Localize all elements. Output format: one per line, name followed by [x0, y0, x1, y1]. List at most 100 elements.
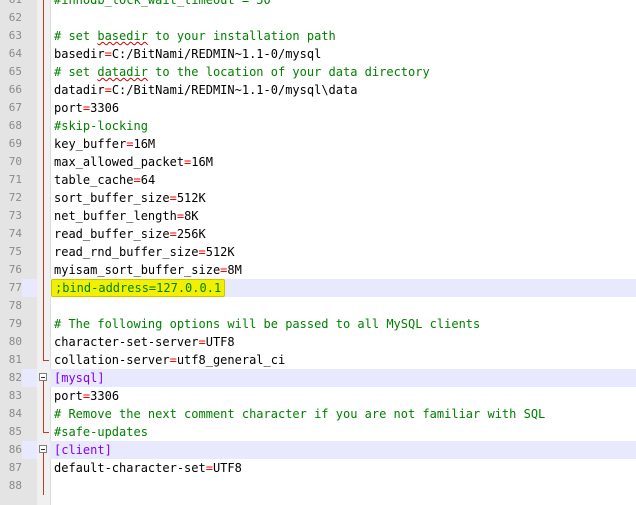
- code-line[interactable]: 70 max_allowed_packet=16M: [0, 153, 636, 171]
- code-text[interactable]: # The following options will be passed t…: [54, 315, 480, 333]
- code-token: myisam_sort_buffer_size: [54, 263, 221, 277]
- code-token: =: [169, 353, 177, 367]
- fold-marker: [37, 117, 50, 135]
- code-token: =: [176, 209, 185, 223]
- collapse-icon[interactable]: [39, 445, 47, 453]
- code-text[interactable]: myisam_sort_buffer_size=8M: [54, 261, 242, 279]
- code-token: =: [169, 227, 177, 241]
- code-text[interactable]: read_rnd_buffer_size=512K: [54, 243, 235, 261]
- code-token: 512K: [176, 191, 206, 205]
- code-token: #skip-locking: [54, 119, 148, 133]
- fold-marker: [37, 45, 50, 63]
- code-text[interactable]: table_cache=64: [54, 171, 155, 189]
- code-text[interactable]: net_buffer_length=8K: [54, 207, 199, 225]
- fold-marker: [37, 477, 50, 495]
- code-token: #innodb_lock_wait_timeout = 50: [54, 0, 271, 7]
- code-line[interactable]: 66 datadir=C:/BitNami/REDMIN~1.1-0/mysql\…: [0, 81, 636, 99]
- code-text[interactable]: character-set-server=UTF8: [54, 333, 235, 351]
- code-token: C:/BitNami/REDMIN~1.1-0/mysql\data: [111, 83, 358, 97]
- code-token: 8M: [227, 263, 242, 277]
- code-line[interactable]: 65 # set datadir to the location of your …: [0, 63, 636, 81]
- line-number: 88: [0, 477, 22, 495]
- fold-marker: [37, 81, 50, 99]
- code-line[interactable]: 76 myisam_sort_buffer_size=8M: [0, 261, 636, 279]
- code-line[interactable]: 71 table_cache=64: [0, 171, 636, 189]
- code-text[interactable]: #safe-updates: [54, 423, 148, 441]
- code-text[interactable]: port=3306: [54, 387, 119, 405]
- code-line[interactable]: 78: [0, 297, 636, 315]
- code-text[interactable]: sort_buffer_size=512K: [54, 189, 206, 207]
- code-text[interactable]: # Remove the next comment character if y…: [54, 405, 545, 423]
- code-text[interactable]: port=3306: [54, 99, 119, 117]
- highlighted-text: ;bind-address=127.0.0.1: [51, 279, 226, 297]
- code-line[interactable]: 72 sort_buffer_size=512K: [0, 189, 636, 207]
- line-number: 78: [0, 297, 22, 315]
- code-text[interactable]: [client]: [54, 441, 112, 459]
- fold-marker: [37, 261, 50, 279]
- code-token: =: [104, 83, 112, 97]
- code-token: utf8_general_ci: [176, 353, 286, 367]
- code-token: [client]: [54, 443, 112, 457]
- code-text[interactable]: default-character-set=UTF8: [54, 459, 242, 477]
- line-number: 67: [0, 99, 22, 117]
- code-token: =: [198, 335, 206, 349]
- code-token: basedir: [54, 47, 105, 61]
- code-text[interactable]: collation-server=utf8_general_ci: [54, 351, 285, 369]
- code-lines[interactable]: 61 #innodb_lock_wait_timeout = 50 6263 # se…: [0, 0, 636, 495]
- code-line[interactable]: 79 # The following options will be passed…: [0, 315, 636, 333]
- code-text[interactable]: max_allowed_packet=16M: [54, 153, 213, 171]
- code-line[interactable]: 86 [client]: [0, 441, 636, 459]
- code-editor[interactable]: 61 #innodb_lock_wait_timeout = 50 6263 # se…: [0, 0, 636, 505]
- code-token: key_buffer: [54, 137, 127, 151]
- code-token: 3306: [90, 389, 120, 403]
- code-line[interactable]: 67 port=3306: [0, 99, 636, 117]
- code-text[interactable]: #skip-locking: [54, 117, 148, 135]
- code-line[interactable]: 69 key_buffer=16M: [0, 135, 636, 153]
- code-text[interactable]: key_buffer=16M: [54, 135, 155, 153]
- code-text[interactable]: basedir=C:/BitNami/REDMIN~1.1-0/mysql: [54, 45, 321, 63]
- fold-marker: [37, 171, 50, 189]
- fold-marker: [37, 63, 50, 81]
- line-number: 68: [0, 117, 22, 135]
- code-text[interactable]: # set basedir to your installation path: [54, 27, 336, 45]
- code-line[interactable]: 74 read_buffer_size=256K: [0, 225, 636, 243]
- code-line[interactable]: 84 # Remove the next comment character if…: [0, 405, 636, 423]
- code-text[interactable]: # set datadir to the location of your da…: [54, 63, 430, 81]
- fold-marker: [37, 243, 50, 261]
- code-text[interactable]: read_buffer_size=256K: [54, 225, 206, 243]
- code-token: 256K: [176, 227, 206, 241]
- code-text[interactable]: #innodb_lock_wait_timeout = 50: [54, 0, 271, 9]
- code-token: 64: [140, 173, 156, 187]
- line-number: 74: [0, 225, 22, 243]
- fold-marker[interactable]: [37, 441, 50, 459]
- code-line[interactable]: 63 # set basedir to your installation pat…: [0, 27, 636, 45]
- code-line[interactable]: 81 collation-server=utf8_general_ci: [0, 351, 636, 369]
- code-text[interactable]: ;bind-address=127.0.0.1: [51, 279, 226, 297]
- code-line[interactable]: 75 read_rnd_buffer_size=512K: [0, 243, 636, 261]
- code-token: table_cache: [54, 173, 134, 187]
- code-line[interactable]: 82 [mysql]: [0, 369, 636, 387]
- line-number: 76: [0, 261, 22, 279]
- code-line[interactable]: 80 character-set-server=UTF8: [0, 333, 636, 351]
- code-line[interactable]: 64 basedir=C:/BitNami/REDMIN~1.1-0/mysql: [0, 45, 636, 63]
- line-number: 82: [0, 369, 22, 387]
- code-line[interactable]: 77 ;bind-address=127.0.0.1: [0, 279, 636, 297]
- code-line[interactable]: 83 port=3306: [0, 387, 636, 405]
- code-text[interactable]: datadir=C:/BitNami/REDMIN~1.1-0/mysql\da…: [54, 81, 357, 99]
- code-line[interactable]: 62: [0, 9, 636, 27]
- code-token: =: [205, 461, 213, 475]
- code-line[interactable]: 68 #skip-locking: [0, 117, 636, 135]
- code-line[interactable]: 73 net_buffer_length=8K: [0, 207, 636, 225]
- code-token: # Remove the next comment character if y…: [54, 407, 546, 421]
- code-token: 16M: [191, 155, 213, 169]
- code-line[interactable]: 85 #safe-updates: [0, 423, 636, 441]
- collapse-icon[interactable]: [39, 373, 47, 381]
- code-text[interactable]: [mysql]: [54, 369, 105, 387]
- fold-marker[interactable]: [37, 369, 50, 387]
- line-number: 65: [0, 63, 22, 81]
- code-line[interactable]: 88: [0, 477, 636, 495]
- code-token: port: [54, 389, 83, 403]
- code-line[interactable]: 61 #innodb_lock_wait_timeout = 50: [0, 0, 636, 9]
- code-token: max_allowed_packet: [54, 155, 185, 169]
- code-line[interactable]: 87 default-character-set=UTF8: [0, 459, 636, 477]
